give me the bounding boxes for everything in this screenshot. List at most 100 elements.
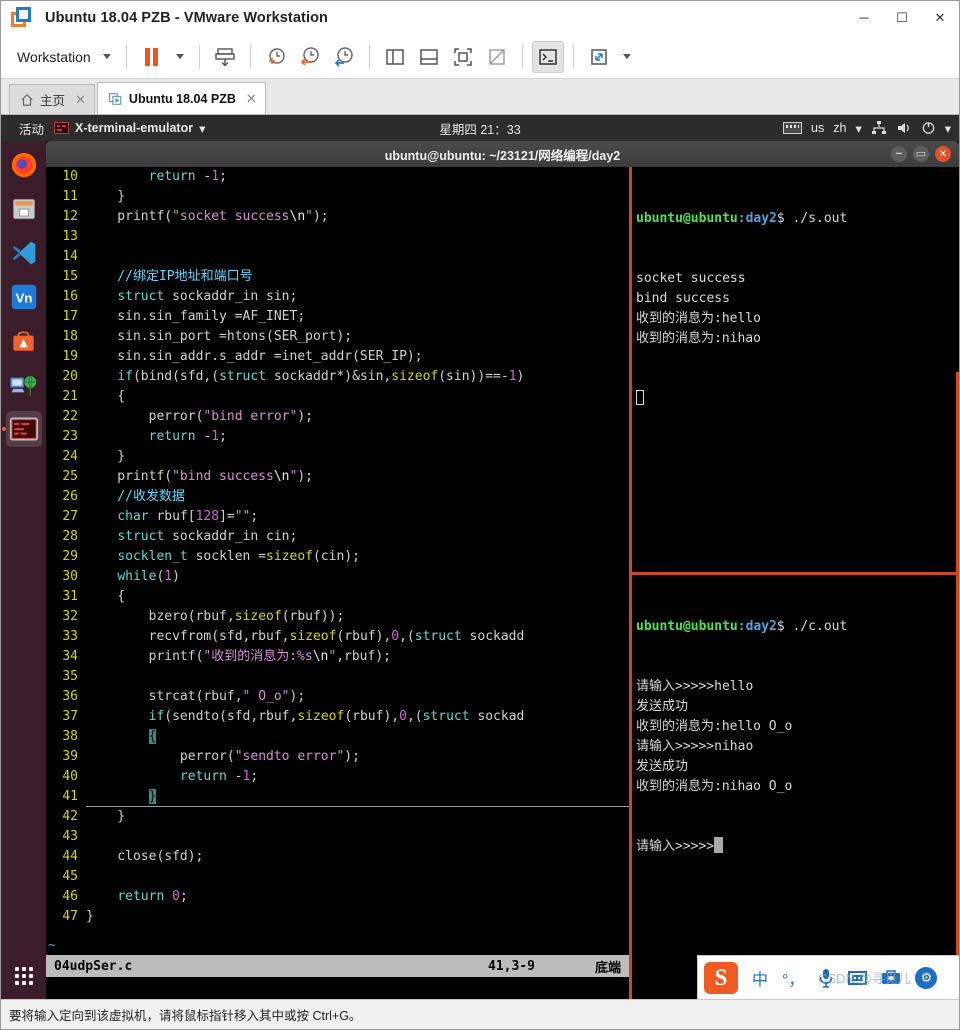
vim-code-line[interactable]: 18 sin.sin_port =htons(SER_port); — [46, 327, 629, 347]
vim-line-text: strcat(rbuf," O_o"); — [86, 689, 306, 704]
vim-editor-pane[interactable]: 10 return -1; 11 } 12 printf("socket succe… — [46, 167, 629, 999]
vim-code-line[interactable]: 33 recvfrom(sfd,rbuf,sizeof(rbuf),0,(str… — [46, 627, 629, 647]
vim-code-line[interactable]: 42 } — [46, 807, 629, 827]
vim-code-line[interactable]: 26 //收发数据 — [46, 487, 629, 507]
vim-code-line[interactable]: 31 { — [46, 587, 629, 607]
vim-code-line[interactable]: 45 — [46, 867, 629, 887]
vim-code-line[interactable]: 29 socklen_t socklen =sizeof(cin); — [46, 547, 629, 567]
dock-item-network-tool[interactable] — [6, 367, 42, 403]
ime-mode-button[interactable]: 中 — [752, 966, 768, 990]
volume-icon[interactable] — [896, 121, 912, 135]
vim-code-line[interactable]: 21 { — [46, 387, 629, 407]
power-icon[interactable] — [921, 121, 936, 135]
chevron-down-icon[interactable]: ▾ — [199, 121, 205, 136]
unity-mode-button[interactable] — [481, 41, 513, 73]
pause-dropdown-icon[interactable] — [175, 54, 184, 59]
send-ctrl-alt-del-button[interactable] — [209, 41, 241, 73]
activities-button[interactable]: 活动 — [9, 119, 54, 138]
vim-code-line[interactable]: 12 printf("socket success\n"); — [46, 207, 629, 227]
revert-snapshot-button[interactable] — [294, 41, 326, 73]
tab-home-close-icon[interactable]: ✕ — [75, 92, 86, 108]
vim-code-line[interactable]: 15 //绑定IP地址和端口号 — [46, 267, 629, 287]
vim-code-line[interactable]: 41 } — [46, 787, 629, 807]
vim-code-line[interactable]: 43 — [46, 827, 629, 847]
vim-code-line[interactable]: 27 char rbuf[128]=""; — [46, 507, 629, 527]
minimize-button[interactable]: ─ — [845, 1, 883, 34]
vim-code-line[interactable]: 23 return -1; — [46, 427, 629, 447]
vim-command-line[interactable] — [46, 977, 629, 999]
vim-code-line[interactable]: 37 if(sendto(sfd,rbuf,sizeof(rbuf),0,(st… — [46, 707, 629, 727]
show-sidebar-button[interactable] — [379, 41, 411, 73]
vim-code-line[interactable]: 32 bzero(rbuf,sizeof(rbuf)); — [46, 607, 629, 627]
dock-item-vnc-viewer[interactable]: Vn — [6, 279, 42, 315]
dock-item-ubuntu-software[interactable] — [6, 323, 42, 359]
tab-ubuntu-vm-close-icon[interactable]: ✕ — [246, 91, 257, 107]
snapshot-manager-button[interactable] — [328, 41, 360, 73]
vim-code-area[interactable]: 10 return -1; 11 } 12 printf("socket succe… — [46, 167, 629, 937]
vim-code-line[interactable]: 44 close(sfd); — [46, 847, 629, 867]
vim-code-line[interactable]: 22 perror("bind error"); — [46, 407, 629, 427]
keyboard-layout-label[interactable]: us — [811, 121, 824, 135]
vim-code-line[interactable]: 40 return -1; — [46, 767, 629, 787]
vim-code-line[interactable]: 39 perror("sendto error"); — [46, 747, 629, 767]
vim-code-line[interactable]: 24 } — [46, 447, 629, 467]
terminal-pane-client[interactable]: ubuntu@ubuntu:day2$ ./c.out 请输入>>>>>hell… — [632, 572, 959, 999]
vim-code-line[interactable]: 30 while(1) — [46, 567, 629, 587]
pause-button[interactable] — [136, 41, 168, 73]
ime-punctuation-button[interactable]: °， — [782, 966, 804, 990]
view-dropdown-icon[interactable] — [622, 54, 631, 59]
show-thumbnail-bar-button[interactable] — [413, 41, 445, 73]
vim-code-line[interactable]: 13 — [46, 227, 629, 247]
maximize-button[interactable]: ☐ — [883, 1, 921, 34]
console-view-button[interactable] — [531, 40, 564, 73]
vim-code-line[interactable]: 25 printf("bind success\n"); — [46, 467, 629, 487]
dock-item-vscode[interactable] — [6, 235, 42, 271]
app-menu[interactable]: X-terminal-emulator ▾ — [54, 121, 205, 136]
chevron-down-icon[interactable] — [102, 54, 111, 59]
workstation-menu-button[interactable]: Workstation — [11, 45, 95, 69]
stretch-guest-button[interactable] — [583, 41, 615, 73]
terminal-minimize-button[interactable]: − — [891, 146, 907, 162]
dock-item-terminal[interactable] — [1, 411, 42, 447]
toolbox-icon[interactable] — [881, 968, 901, 987]
terminal-body[interactable]: 10 return -1; 11 } 12 printf("socket succe… — [46, 167, 959, 999]
vim-code-line[interactable]: 38 { — [46, 727, 629, 747]
terminal-pane-server[interactable]: ubuntu@ubuntu:day2$ ./s.out socket succe… — [632, 167, 959, 572]
vim-code-line[interactable]: 46 return 0; — [46, 887, 629, 907]
vim-code-line[interactable]: 16 struct sockaddr_in sin; — [46, 287, 629, 307]
tab-ubuntu-vm[interactable]: Ubuntu 18.04 PZB ✕ — [96, 82, 266, 114]
settings-icon[interactable]: ⚙ — [915, 966, 938, 989]
vim-code-line[interactable]: 34 printf("收到的消息为:%s\n",rbuf); — [46, 647, 629, 667]
maximize-icon: ▭ — [915, 147, 927, 160]
sogou-ime-toolbar[interactable]: S 中 °， ⚙ CSDN @寻觅儿 — [697, 955, 959, 999]
vim-code-line[interactable]: 47} — [46, 907, 629, 927]
vim-code-line[interactable]: 19 sin.sin_addr.s_addr =inet_addr(SER_IP… — [46, 347, 629, 367]
terminal-maximize-button[interactable]: ▭ — [913, 146, 929, 162]
full-screen-button[interactable] — [447, 41, 479, 73]
input-method-caret-icon[interactable]: ▾ — [855, 121, 861, 136]
microphone-icon[interactable] — [818, 968, 834, 988]
close-button[interactable]: ✕ — [921, 1, 959, 34]
take-snapshot-button[interactable] — [260, 41, 292, 73]
terminal-titlebar[interactable]: ubuntu@ubuntu: ~/23121/网络编程/day2 − ▭ ✕ — [46, 141, 959, 167]
vim-code-line[interactable]: 17 sin.sin_family =AF_INET; — [46, 307, 629, 327]
terminal-input-line[interactable]: 请输入>>>>> — [636, 837, 955, 857]
system-menu-caret-icon[interactable]: ▾ — [945, 121, 951, 136]
sogou-logo-icon[interactable]: S — [704, 961, 738, 994]
soft-keyboard-icon[interactable] — [848, 970, 868, 985]
dock-item-firefox[interactable] — [6, 147, 42, 183]
vim-code-line[interactable]: 20 if(bind(sfd,(struct sockaddr*)&sin,si… — [46, 367, 629, 387]
vim-code-line[interactable]: 28 struct sockaddr_in cin; — [46, 527, 629, 547]
terminal-close-button[interactable]: ✕ — [935, 146, 951, 162]
show-applications-icon[interactable] — [14, 967, 33, 985]
vim-code-line[interactable]: 10 return -1; — [46, 167, 629, 187]
vim-code-line[interactable]: 35 — [46, 667, 629, 687]
tab-home[interactable]: 主页 ✕ — [9, 84, 95, 114]
network-icon[interactable] — [871, 121, 887, 135]
guest-screen[interactable]: 活动 X-terminal-emulator ▾ 星期四 21：33 us zh… — [1, 115, 959, 999]
input-method-label[interactable]: zh — [833, 121, 846, 135]
vim-code-line[interactable]: 14 — [46, 247, 629, 267]
dock-item-files[interactable] — [6, 191, 42, 227]
vim-code-line[interactable]: 36 strcat(rbuf," O_o"); — [46, 687, 629, 707]
vim-code-line[interactable]: 11 } — [46, 187, 629, 207]
